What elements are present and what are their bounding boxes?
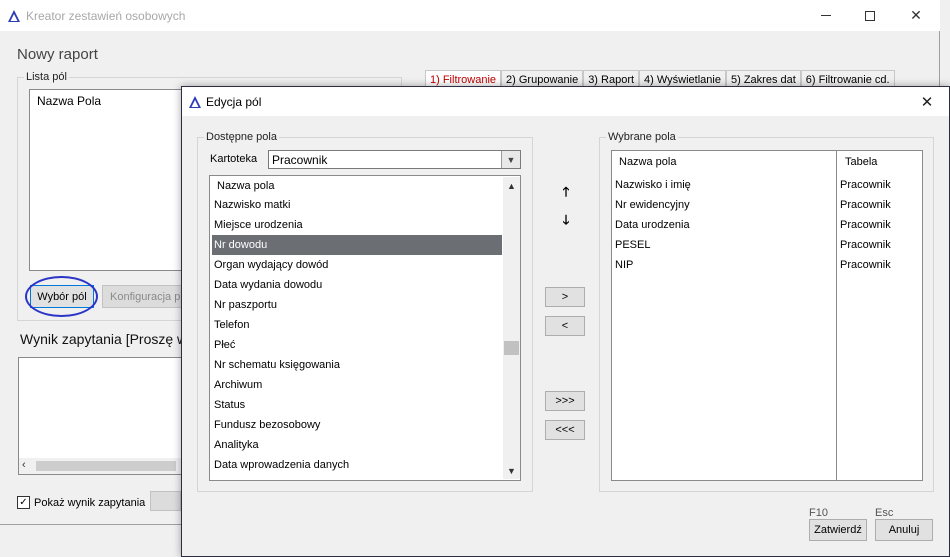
kartoteka-value: Pracownik — [272, 153, 328, 167]
dialog-logo-icon — [189, 96, 201, 108]
fields-list[interactable]: Nazwa Pola — [29, 89, 199, 271]
scroll-thumb[interactable] — [504, 341, 519, 356]
available-field-item[interactable]: Nr paszportu — [212, 295, 502, 315]
column-header-table[interactable]: Tabela — [838, 152, 918, 172]
available-field-item[interactable]: Data wydania dowodu — [212, 275, 502, 295]
show-result-label: Pokaż wynik zapytania — [34, 497, 146, 509]
available-field-item[interactable]: Telefon — [212, 315, 502, 335]
minimize-icon — [821, 15, 831, 16]
close-icon: ✕ — [920, 93, 934, 111]
remove-field-button[interactable]: < — [545, 316, 585, 336]
available-field-item[interactable]: Nazwisko matki — [212, 195, 502, 215]
selected-field-name[interactable]: PESEL — [615, 235, 650, 255]
confirm-button[interactable]: Zatwierdź — [809, 519, 867, 541]
selected-field-table[interactable]: Pracownik — [840, 215, 891, 235]
available-fields-list[interactable]: Nazwa pola Nazwisko matki Miejsce urodzen… — [209, 175, 521, 481]
available-field-item[interactable]: Data wprowadzenia danych — [212, 455, 502, 475]
add-all-fields-button[interactable]: >>> — [545, 391, 585, 411]
config-button[interactable]: Konfiguracja p — [102, 285, 182, 308]
column-header-name[interactable]: Nazwa pola — [612, 152, 837, 172]
chevron-down-icon[interactable]: ▼ — [501, 151, 520, 168]
move-down-icon[interactable]: 🡓 — [559, 212, 573, 229]
fields-list-header: Nazwa Pola — [37, 94, 102, 108]
annotation-ellipse — [25, 276, 98, 317]
selected-field-table[interactable]: Pracownik — [840, 175, 891, 195]
selected-field-name[interactable]: NIP — [615, 255, 633, 275]
main-title-bar: Kreator zestawień osobowych ✕ — [0, 0, 940, 31]
selected-fields-table[interactable]: Nazwa pola Tabela Nazwisko i imię Pracown… — [611, 150, 923, 481]
selected-field-name[interactable]: Data urodzenia — [615, 215, 690, 235]
selected-field-table[interactable]: Pracownik — [840, 235, 891, 255]
scroll-down-icon[interactable]: ▼ — [503, 462, 520, 479]
available-fields-legend: Dostępne pola — [204, 131, 279, 143]
maximize-icon — [865, 10, 875, 21]
show-result-checkbox[interactable]: ✓ — [17, 496, 30, 509]
cancel-button[interactable]: Anuluj — [875, 519, 933, 541]
available-field-item[interactable]: Archiwum — [212, 375, 502, 395]
available-field-item[interactable]: Płeć — [212, 335, 502, 355]
minimize-button[interactable] — [803, 0, 849, 31]
maximize-button[interactable] — [847, 0, 893, 31]
add-field-button[interactable]: > — [545, 287, 585, 307]
selected-field-table[interactable]: Pracownik — [840, 195, 891, 215]
available-field-item[interactable]: Organ wydający dowód — [212, 255, 502, 275]
dialog-title-bar: Edycja pól ✕ — [182, 87, 949, 116]
selected-field-name[interactable]: Nr ewidencyjny — [615, 195, 690, 215]
edit-fields-dialog: Edycja pól ✕ Dostępne pola Kartoteka Pra… — [181, 86, 950, 557]
available-field-item[interactable]: Status — [212, 395, 502, 415]
close-button[interactable]: ✕ — [893, 0, 939, 31]
selected-field-table[interactable]: Pracownik — [840, 255, 891, 275]
selected-field-name[interactable]: Nazwisko i imię — [615, 175, 691, 195]
fields-list-legend: Lista pól — [24, 71, 69, 83]
scroll-thumb[interactable] — [36, 461, 176, 471]
scroll-up-icon[interactable]: ▲ — [503, 177, 520, 194]
scroll-left-arrow-icon[interactable]: ‹ — [22, 459, 26, 471]
available-field-item[interactable]: Analityka — [212, 435, 502, 455]
check-icon: ✓ — [19, 496, 28, 508]
query-result-label: Wynik zapytania [Proszę wy — [20, 331, 195, 347]
available-field-item[interactable]: Nr dowodu — [212, 235, 502, 255]
result-option-button[interactable] — [150, 491, 181, 511]
kartoteka-select[interactable]: Pracownik ▼ — [268, 150, 521, 169]
confirm-key-hint: F10 — [809, 507, 828, 519]
remove-all-fields-button[interactable]: <<< — [545, 420, 585, 440]
dialog-title: Edycja pól — [206, 95, 262, 109]
report-title: Nowy raport — [17, 46, 98, 63]
query-result-grid[interactable] — [18, 357, 182, 458]
close-icon: ✕ — [910, 7, 922, 23]
available-fields-scrollbar[interactable]: ▲ ▼ — [503, 177, 520, 479]
available-fields-header: Nazwa pola — [217, 180, 275, 192]
cancel-key-hint: Esc — [875, 507, 894, 519]
available-field-item[interactable]: Nr schematu księgowania — [212, 355, 502, 375]
app-logo-icon — [8, 10, 20, 22]
column-divider — [836, 151, 837, 480]
move-up-icon[interactable]: 🡑 — [559, 184, 573, 201]
available-field-item[interactable]: Miejsce urodzenia — [212, 215, 502, 235]
result-horizontal-scrollbar[interactable]: ‹ — [18, 458, 182, 475]
kartoteka-label: Kartoteka — [210, 153, 258, 165]
dialog-close-button[interactable]: ✕ — [909, 87, 945, 116]
selected-fields-legend: Wybrane pola — [606, 131, 678, 143]
main-window-title: Kreator zestawień osobowych — [26, 9, 186, 23]
available-field-item[interactable]: Fundusz bezosobowy — [212, 415, 502, 435]
